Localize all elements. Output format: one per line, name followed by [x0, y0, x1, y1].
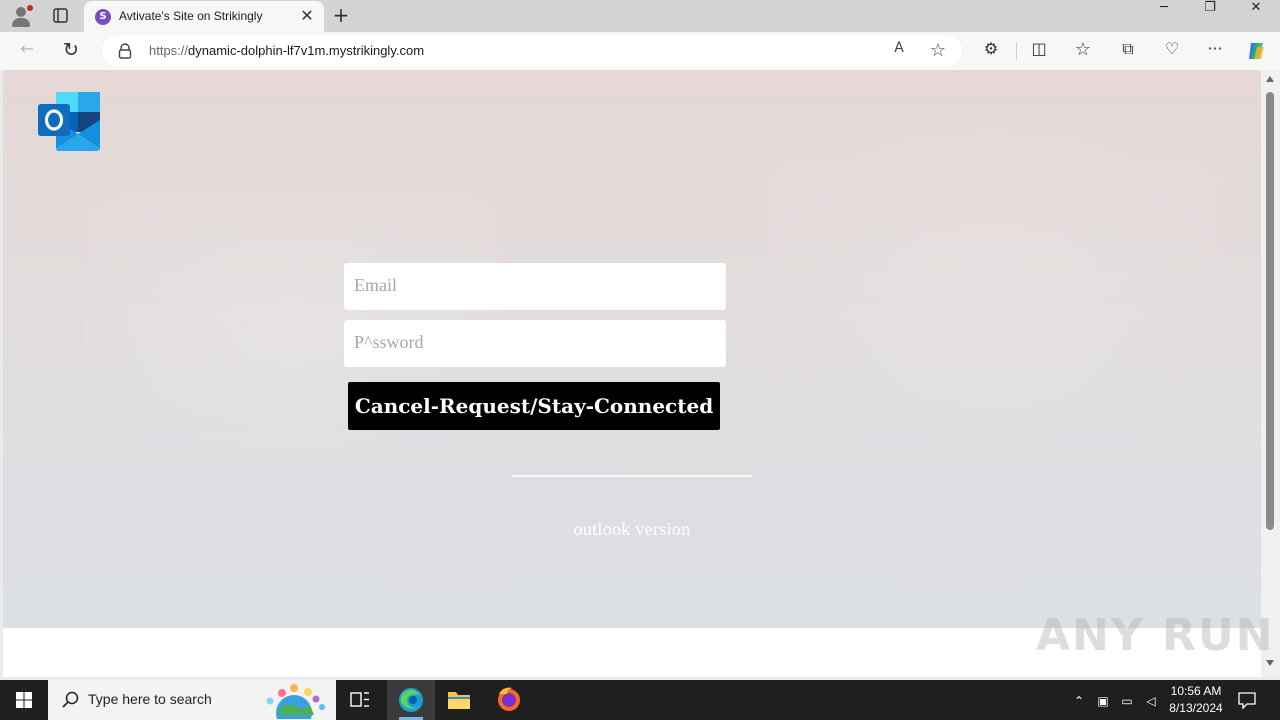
- favorite-star-icon[interactable]: ☆: [926, 40, 950, 62]
- tray-overflow-icon[interactable]: ⌃: [1070, 692, 1088, 710]
- address-bar[interactable]: https://dynamic-dolphin-lf7v1m.mystrikin…: [102, 35, 962, 67]
- file-explorer-icon[interactable]: [435, 680, 483, 720]
- copilot-icon[interactable]: [1244, 39, 1270, 63]
- stay-connected-button[interactable]: Cancel-Request/Stay-Connected: [348, 382, 720, 430]
- reload-button[interactable]: ↻: [58, 39, 84, 63]
- vertical-scrollbar[interactable]: [1261, 70, 1280, 677]
- notification-icon[interactable]: [1236, 690, 1258, 710]
- extensions-icon[interactable]: ⚙: [978, 39, 1004, 63]
- favorites-icon[interactable]: ☆: [1070, 39, 1096, 63]
- meet-now-icon[interactable]: ▣: [1094, 692, 1112, 710]
- firefox-icon[interactable]: [485, 680, 533, 720]
- tab-close-icon[interactable]: ✕: [298, 7, 316, 25]
- taskbar-clock[interactable]: 10:56 AM 8/13/2024: [1160, 683, 1232, 717]
- browser-essentials-icon[interactable]: ♡: [1159, 39, 1185, 63]
- email-field[interactable]: Email: [344, 263, 726, 310]
- collections-icon[interactable]: ⧉: [1115, 39, 1141, 63]
- taskbar-search-box[interactable]: Type here to search: [48, 680, 336, 720]
- task-view-icon[interactable]: [336, 680, 384, 720]
- more-menu-icon[interactable]: ···: [1202, 39, 1228, 63]
- back-button[interactable]: ←: [14, 39, 40, 63]
- minimize-button[interactable]: ─: [1141, 0, 1187, 32]
- email-placeholder: Email: [354, 275, 397, 295]
- url-text[interactable]: https://dynamic-dolphin-lf7v1m.mystrikin…: [149, 43, 424, 58]
- tab-active[interactable]: S Avtivate's Site on Strikingly ✕: [84, 1, 324, 32]
- windows-start-icon[interactable]: [0, 680, 48, 720]
- close-window-button[interactable]: ✕: [1233, 0, 1279, 32]
- password-placeholder: P^ssword: [354, 332, 424, 352]
- read-aloud-icon[interactable]: A: [887, 40, 911, 62]
- new-tab-button[interactable]: +: [330, 4, 352, 26]
- lock-icon[interactable]: [118, 43, 132, 59]
- restore-button[interactable]: ❐: [1187, 0, 1233, 32]
- anyrun-watermark: ANY RUN: [1036, 610, 1275, 661]
- search-placeholder: Type here to search: [88, 691, 212, 707]
- taskbar: Type here to search ⌃ ▣ ▭ ◁ 10:56 AM 8/1…: [0, 680, 1280, 720]
- divider-line: [512, 475, 752, 477]
- tab-title: Avtivate's Site on Strikingly: [119, 9, 263, 23]
- search-highlight-globe-icon: [258, 683, 332, 720]
- toolbar-divider: [1016, 42, 1017, 60]
- split-screen-icon[interactable]: ◫: [1026, 39, 1052, 63]
- browser-toolbar: ← ↻ https://dynamic-dolphin-lf7v1m.mystr…: [0, 32, 1280, 70]
- password-field[interactable]: P^ssword: [344, 320, 726, 367]
- clock-time: 10:56 AM: [1170, 684, 1222, 698]
- scroll-up-arrow-icon[interactable]: [1266, 76, 1274, 82]
- strikingly-favicon-icon: S: [95, 9, 111, 25]
- tab-actions-icon[interactable]: [46, 5, 74, 27]
- clock-date: 8/13/2024: [1169, 701, 1223, 715]
- profile-icon[interactable]: [8, 4, 34, 28]
- tab-strip: S Avtivate's Site on Strikingly ✕ + ─ ❐ …: [0, 0, 1280, 32]
- network-icon[interactable]: ▭: [1118, 692, 1136, 710]
- scroll-thumb[interactable]: [1266, 92, 1274, 530]
- outlook-version-text: outlook version: [573, 519, 691, 539]
- page-viewport: Email P^ssword Cancel-Request/Stay-Conne…: [3, 70, 1261, 628]
- search-icon: [61, 690, 81, 710]
- edge-taskbar-icon[interactable]: [387, 680, 435, 720]
- volume-icon[interactable]: ◁: [1142, 692, 1160, 710]
- outlook-logo-icon: [38, 90, 104, 152]
